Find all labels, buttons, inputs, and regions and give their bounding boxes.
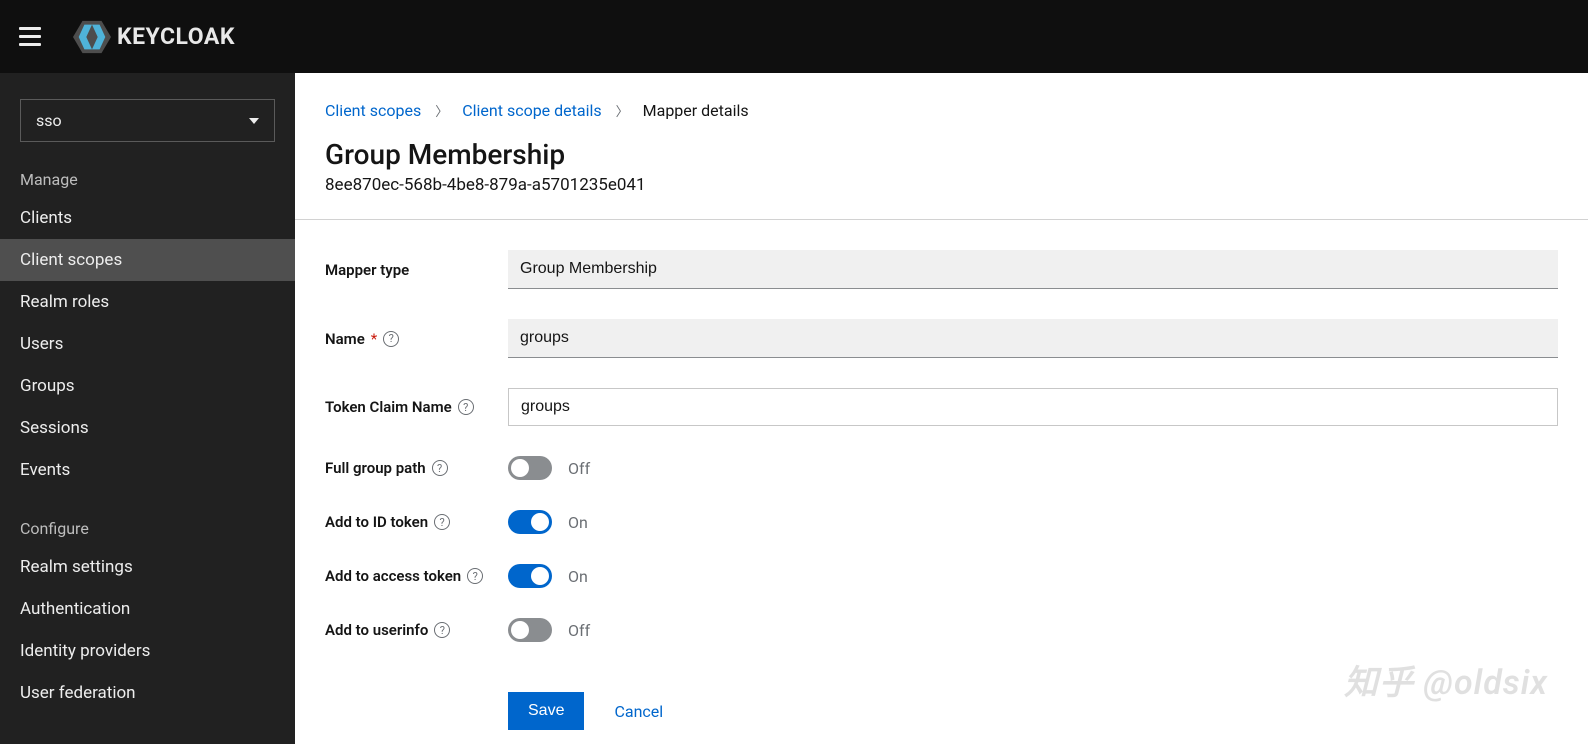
full-group-path-toggle[interactable] (508, 456, 552, 480)
toggle-state: Off (568, 459, 590, 478)
page-title: Group Membership (295, 120, 1588, 175)
chevron-right-icon: 〉 (435, 101, 448, 120)
add-to-id-token-toggle[interactable] (508, 510, 552, 534)
label-add-to-userinfo: Add to userinfo ? (325, 621, 508, 639)
sidebar-item-events[interactable]: Events (0, 449, 295, 491)
row-mapper-type: Mapper type (325, 250, 1558, 289)
section-label-manage: Manage (0, 170, 295, 189)
row-add-to-userinfo: Add to userinfo ? Off (325, 618, 1558, 642)
name-field (508, 319, 1558, 358)
cancel-button[interactable]: Cancel (614, 702, 663, 721)
breadcrumb-current: Mapper details (643, 101, 749, 120)
token-claim-name-field[interactable] (508, 388, 1558, 426)
help-icon[interactable]: ? (434, 622, 450, 638)
label-full-group-path: Full group path ? (325, 459, 508, 477)
required-indicator: * (371, 330, 377, 348)
add-to-userinfo-toggle[interactable] (508, 618, 552, 642)
help-icon[interactable]: ? (383, 331, 399, 347)
caret-down-icon (249, 118, 259, 124)
sidebar-item-users[interactable]: Users (0, 323, 295, 365)
sidebar-item-authentication[interactable]: Authentication (0, 588, 295, 630)
sidebar-item-realm-settings[interactable]: Realm settings (0, 546, 295, 588)
breadcrumb: Client scopes 〉 Client scope details 〉 M… (295, 101, 1588, 120)
sidebar-item-groups[interactable]: Groups (0, 365, 295, 407)
label-mapper-type: Mapper type (325, 261, 508, 279)
page-id: 8ee870ec-568b-4be8-879a-a5701235e041 (295, 175, 1588, 219)
brand-name: KEYCLOAK (117, 23, 235, 50)
row-add-to-id-token: Add to ID token ? On (325, 510, 1558, 534)
sidebar-item-sessions[interactable]: Sessions (0, 407, 295, 449)
sidebar-item-clients[interactable]: Clients (0, 197, 295, 239)
mapper-form: Mapper type Name * ? (295, 220, 1588, 730)
help-icon[interactable]: ? (458, 399, 474, 415)
breadcrumb-client-scopes[interactable]: Client scopes (325, 101, 421, 120)
realm-selector[interactable]: sso (20, 99, 275, 142)
help-icon[interactable]: ? (434, 514, 450, 530)
add-to-access-token-toggle[interactable] (508, 564, 552, 588)
toggle-state: On (568, 513, 588, 532)
row-name: Name * ? (325, 319, 1558, 358)
help-icon[interactable]: ? (467, 568, 483, 584)
label-add-to-access-token: Add to access token ? (325, 567, 508, 585)
breadcrumb-client-scope-details[interactable]: Client scope details (462, 101, 601, 120)
label-token-claim-name: Token Claim Name ? (325, 398, 508, 416)
chevron-right-icon: 〉 (616, 101, 629, 120)
help-icon[interactable]: ? (432, 460, 448, 476)
toggle-state: Off (568, 621, 590, 640)
brand-logo[interactable]: KEYCLOAK (73, 20, 235, 54)
sidebar-item-realm-roles[interactable]: Realm roles (0, 281, 295, 323)
sidebar-item-user-federation[interactable]: User federation (0, 672, 295, 714)
mapper-type-field (508, 250, 1558, 289)
label-name: Name * ? (325, 330, 508, 348)
realm-selector-value: sso (36, 111, 62, 130)
row-token-claim-name: Token Claim Name ? (325, 388, 1558, 426)
main-content: Client scopes 〉 Client scope details 〉 M… (295, 73, 1588, 744)
sidebar-item-client-scopes[interactable]: Client scopes (0, 239, 295, 281)
menu-toggle-button[interactable] (12, 19, 48, 55)
row-full-group-path: Full group path ? Off (325, 456, 1558, 480)
sidebar-item-identity-providers[interactable]: Identity providers (0, 630, 295, 672)
keycloak-icon (73, 20, 111, 54)
row-add-to-access-token: Add to access token ? On (325, 564, 1558, 588)
toggle-state: On (568, 567, 588, 586)
form-actions: Save Cancel (508, 672, 1558, 730)
save-button[interactable]: Save (508, 692, 584, 730)
section-label-configure: Configure (0, 519, 295, 538)
sidebar: sso Manage Clients Client scopes Realm r… (0, 73, 295, 744)
label-add-to-id-token: Add to ID token ? (325, 513, 508, 531)
app-header: KEYCLOAK (0, 0, 1588, 73)
